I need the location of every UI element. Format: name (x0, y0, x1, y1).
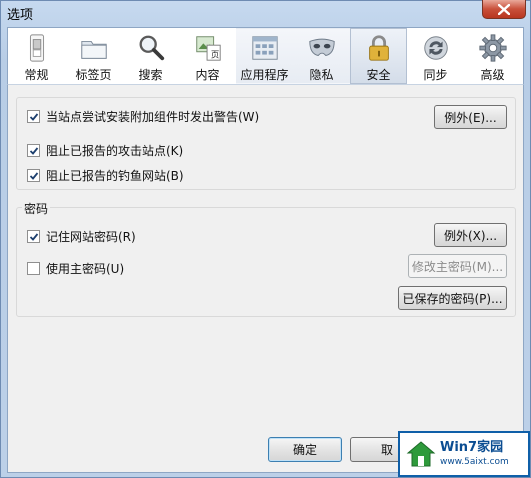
addon-exceptions-button[interactable]: 例外(E)... (434, 105, 507, 129)
remember-passwords-checkbox[interactable] (27, 230, 40, 243)
passwords-group: 密码 记住网站密码(R) 例外(X)... 使用主密码(U) 修改主密码(M).… (16, 200, 516, 317)
tab-sync[interactable]: 同步 (407, 28, 464, 84)
mask-icon (308, 38, 335, 57)
warn-addons-label: 当站点尝试安装附加组件时发出警告(W) (46, 110, 260, 124)
warn-addons-row[interactable]: 当站点尝试安装附加组件时发出警告(W) (27, 108, 259, 125)
close-icon (498, 3, 510, 15)
checkmark-icon (29, 146, 38, 155)
checkmark-icon (29, 112, 38, 121)
master-password-label: 使用主密码(U) (46, 262, 125, 276)
tab-search[interactable]: 搜索 (122, 28, 179, 84)
passwords-group-title: 密码 (22, 200, 51, 217)
tab-label: 隐私 (309, 68, 334, 82)
padlock-icon (368, 35, 389, 61)
folder-tabs-icon (80, 40, 107, 59)
sync-icon (423, 36, 448, 60)
house-logo-icon (406, 441, 436, 467)
watermark-text: Win7家园 www.5aixt.com (440, 440, 509, 468)
options-window: 选项 常规 标签页 搜索 页 内容 应用程序 隐私 安全 同步 高级 当站点尝试… (0, 0, 531, 478)
magnifier-icon (139, 35, 164, 61)
security-group: 当站点尝试安装附加组件时发出警告(W) 例外(E)... 阻止已报告的攻击站点(… (16, 97, 516, 190)
switch-icon (29, 34, 44, 62)
security-panel: 当站点尝试安装附加组件时发出警告(W) 例外(E)... 阻止已报告的攻击站点(… (7, 85, 524, 473)
gear-icon (478, 34, 507, 62)
block-forgery-row[interactable]: 阻止已报告的钓鱼网站(B) (27, 167, 184, 184)
tab-label: 高级 (480, 68, 505, 82)
tab-label: 安全 (366, 68, 391, 82)
watermark-url: www.5aixt.com (440, 457, 509, 467)
close-button[interactable] (482, 0, 526, 19)
checkmark-icon (29, 232, 38, 241)
applications-icon (251, 36, 278, 60)
remember-passwords-label: 记住网站密码(R) (46, 230, 136, 244)
tab-label: 应用程序 (240, 68, 289, 82)
tab-label: 常规 (24, 68, 49, 82)
tab-security[interactable]: 安全 (350, 28, 407, 84)
title-bar: 选项 (1, 0, 530, 27)
tab-label: 搜索 (138, 68, 163, 82)
tab-privacy[interactable]: 隐私 (293, 28, 350, 84)
remember-passwords-row[interactable]: 记住网站密码(R) (27, 228, 136, 245)
ok-button[interactable]: 确定 (268, 437, 342, 462)
tab-label: 同步 (423, 68, 448, 82)
tab-tabs[interactable]: 标签页 (65, 28, 122, 84)
svg-text:页: 页 (210, 49, 218, 59)
tab-label: 标签页 (75, 68, 112, 82)
watermark-title: Win7家园 (440, 440, 504, 455)
master-password-row[interactable]: 使用主密码(U) (27, 260, 124, 277)
change-master-password-button[interactable]: 修改主密码(M)... (408, 254, 507, 278)
saved-passwords-button[interactable]: 已保存的密码(P)... (398, 286, 507, 310)
tab-applications[interactable]: 应用程序 (236, 28, 293, 84)
block-attack-checkbox[interactable] (27, 144, 40, 157)
block-forgery-checkbox[interactable] (27, 169, 40, 182)
tab-advanced[interactable]: 高级 (464, 28, 521, 84)
password-exceptions-button[interactable]: 例外(X)... (434, 223, 507, 247)
warn-addons-checkbox[interactable] (27, 110, 40, 123)
site-watermark: Win7家园 www.5aixt.com (398, 431, 530, 477)
checkmark-icon (29, 171, 38, 180)
tab-label: 内容 (195, 68, 220, 82)
page-icon: 页 (195, 36, 221, 61)
category-toolbar: 常规 标签页 搜索 页 内容 应用程序 隐私 安全 同步 高级 (7, 27, 524, 85)
block-attack-row[interactable]: 阻止已报告的攻击站点(K) (27, 142, 183, 159)
window-title: 选项 (7, 8, 34, 23)
tab-content[interactable]: 页 内容 (179, 28, 236, 84)
block-attack-label: 阻止已报告的攻击站点(K) (46, 144, 184, 158)
tab-general[interactable]: 常规 (8, 28, 65, 84)
block-forgery-label: 阻止已报告的钓鱼网站(B) (46, 169, 184, 183)
master-password-checkbox[interactable] (27, 262, 40, 275)
